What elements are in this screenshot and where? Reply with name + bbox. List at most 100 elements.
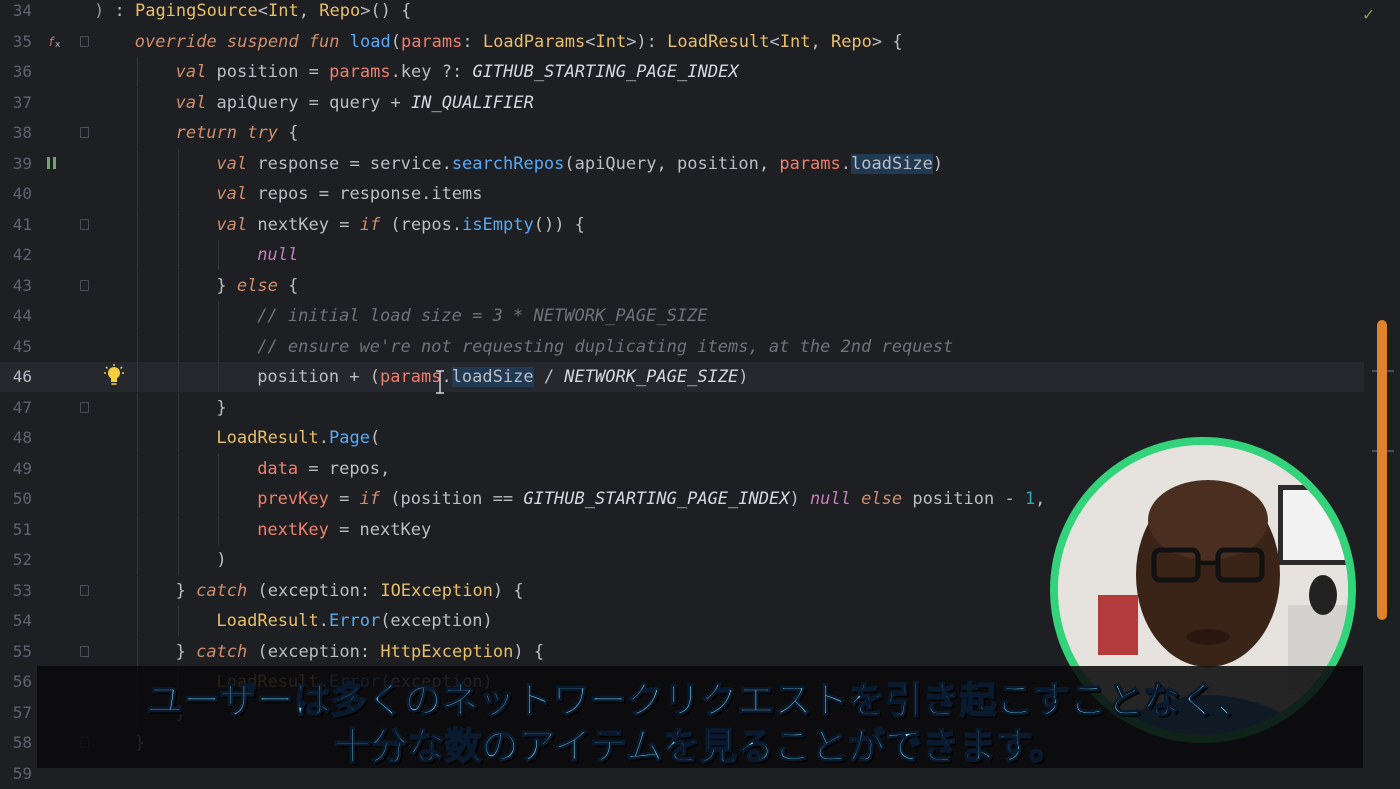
line-number[interactable]: 40 bbox=[0, 179, 32, 209]
vertical-scrollbar-thumb[interactable] bbox=[1377, 320, 1387, 620]
line-number[interactable]: 43 bbox=[0, 271, 32, 301]
code-text[interactable]: ) : PagingSource<Int, Repo>() { bbox=[94, 0, 411, 26]
line-number[interactable]: 55 bbox=[0, 637, 32, 667]
fold-toggle-icon[interactable] bbox=[80, 35, 89, 47]
line-number[interactable]: 49 bbox=[0, 454, 32, 484]
code-text[interactable]: return try { bbox=[176, 118, 299, 148]
code-line[interactable]: 35 override suspend fun load(params: Load… bbox=[0, 27, 1364, 57]
code-text[interactable]: nextKey = nextKey bbox=[257, 515, 431, 545]
indent-guide bbox=[136, 453, 138, 484]
code-text[interactable]: val nextKey = if (repos.isEmpty()) { bbox=[216, 210, 585, 240]
code-text[interactable]: LoadResult.Error(exception) bbox=[216, 606, 492, 636]
code-text[interactable]: } else { bbox=[216, 271, 298, 301]
line-number[interactable]: 57 bbox=[0, 698, 32, 728]
check-icon[interactable]: ✓ bbox=[1363, 4, 1374, 25]
indent-guide bbox=[136, 606, 138, 636]
line-number[interactable]: 44 bbox=[0, 301, 32, 331]
line-number[interactable]: 58 bbox=[0, 728, 32, 758]
line-number[interactable]: 41 bbox=[0, 210, 32, 240]
line-number[interactable]: 53 bbox=[0, 576, 32, 606]
line-number[interactable]: 45 bbox=[0, 332, 32, 362]
code-text[interactable]: null bbox=[257, 240, 298, 270]
code-line[interactable]: 34 ) : PagingSource<Int, Repo>() { bbox=[0, 0, 1364, 26]
line-number[interactable]: 47 bbox=[0, 393, 32, 423]
line-number[interactable]: 38 bbox=[0, 118, 32, 148]
code-text[interactable]: val apiQuery = query + IN_QUALIFIER bbox=[176, 88, 534, 118]
code-text[interactable]: data = repos, bbox=[257, 454, 390, 484]
line-number[interactable]: 56 bbox=[0, 667, 32, 697]
indent-guide bbox=[177, 331, 179, 362]
code-line[interactable]: 39 val response = service.searchRepos(api… bbox=[0, 148, 1364, 179]
code-line[interactable]: 40 val repos = response.items bbox=[0, 179, 1364, 209]
indent-guide bbox=[218, 362, 220, 392]
indent-guide bbox=[136, 148, 138, 179]
subtitle-line-2: 十分な数のアイテムを見ることができます。 bbox=[333, 724, 1067, 769]
code-text[interactable]: val repos = response.items bbox=[216, 179, 482, 209]
fold-toggle-icon[interactable] bbox=[80, 279, 89, 291]
code-line[interactable]: 36 val position = params.key ?: GITHUB_ST… bbox=[0, 57, 1364, 87]
code-line[interactable]: 43 } else { bbox=[0, 270, 1364, 301]
line-number[interactable]: 46 bbox=[0, 362, 32, 392]
indent-guide bbox=[218, 301, 220, 331]
line-number[interactable]: 36 bbox=[0, 57, 32, 87]
indent-guide bbox=[136, 484, 138, 514]
indent-guide bbox=[136, 331, 138, 362]
fold-toggle-icon[interactable] bbox=[80, 401, 89, 413]
code-text[interactable]: // initial load size = 3 * NETWORK_PAGE_… bbox=[257, 301, 707, 331]
fold-toggle-icon[interactable] bbox=[80, 127, 89, 138]
code-text[interactable]: prevKey = if (position == GITHUB_STARTIN… bbox=[257, 484, 1045, 514]
code-text[interactable]: } bbox=[216, 393, 226, 423]
indent-guide bbox=[136, 636, 138, 667]
indent-guide bbox=[177, 179, 179, 209]
indent-guide bbox=[218, 453, 220, 484]
line-number[interactable]: 48 bbox=[0, 423, 32, 453]
line-number[interactable]: 52 bbox=[0, 545, 32, 575]
override-method-icon[interactable]: f x bbox=[47, 33, 65, 51]
indent-guide bbox=[136, 240, 138, 270]
code-text[interactable]: // ensure we're not requesting duplicati… bbox=[257, 332, 953, 362]
code-text[interactable]: } catch (exception: HttpException) { bbox=[176, 637, 545, 667]
code-line[interactable]: 46 position + (params.loadSize / NETWORK_… bbox=[0, 362, 1364, 392]
line-number[interactable]: 50 bbox=[0, 484, 32, 514]
indent-guide bbox=[177, 301, 179, 331]
fold-toggle-icon[interactable] bbox=[80, 584, 89, 596]
indent-guide bbox=[136, 179, 138, 209]
fold-toggle-icon[interactable] bbox=[80, 645, 89, 657]
code-line[interactable]: 47} bbox=[0, 392, 1364, 423]
code-line[interactable]: 44 // initial load size = 3 * NETWORK_PAG… bbox=[0, 301, 1364, 331]
code-text[interactable]: val position = params.key ?: GITHUB_STAR… bbox=[176, 57, 739, 87]
code-text[interactable]: ) bbox=[216, 545, 226, 575]
svg-text:x: x bbox=[55, 40, 61, 50]
indent-guide bbox=[177, 453, 179, 484]
indent-guide bbox=[136, 57, 138, 87]
indent-guide bbox=[177, 423, 179, 453]
line-number[interactable]: 42 bbox=[0, 240, 32, 270]
fold-toggle-icon[interactable] bbox=[80, 218, 89, 230]
indent-guide bbox=[177, 270, 179, 301]
code-text[interactable]: LoadResult.Page( bbox=[216, 423, 380, 453]
line-number[interactable]: 35 bbox=[0, 27, 32, 57]
code-text[interactable]: position + (params.loadSize / NETWORK_PA… bbox=[257, 362, 749, 392]
code-line[interactable]: 42 null bbox=[0, 240, 1364, 270]
indent-guide bbox=[136, 514, 138, 545]
suspend-call-icon[interactable] bbox=[46, 156, 58, 170]
line-number[interactable]: 37 bbox=[0, 88, 32, 118]
code-text[interactable]: } catch (exception: IOException) { bbox=[176, 576, 524, 606]
indent-guide bbox=[136, 118, 138, 148]
code-line[interactable]: 37 val apiQuery = query + IN_QUALIFIER bbox=[0, 87, 1364, 118]
indent-guide bbox=[177, 545, 179, 575]
line-number[interactable]: 54 bbox=[0, 606, 32, 636]
line-number[interactable]: 39 bbox=[0, 149, 32, 179]
code-line[interactable]: 41 val nextKey = if (repos.isEmpty()) { bbox=[0, 209, 1364, 240]
lightbulb-icon[interactable] bbox=[104, 364, 124, 388]
code-text[interactable]: val response = service.searchRepos(apiQu… bbox=[216, 149, 943, 179]
text-cursor-icon bbox=[436, 370, 444, 394]
code-line[interactable]: 38 return try { bbox=[0, 118, 1364, 148]
line-number[interactable]: 59 bbox=[0, 759, 32, 789]
code-line[interactable]: 45 // ensure we're not requesting duplica… bbox=[0, 331, 1364, 362]
line-number[interactable]: 51 bbox=[0, 515, 32, 545]
indent-guide bbox=[218, 331, 220, 362]
indent-guide bbox=[136, 209, 138, 240]
code-text[interactable]: override suspend fun load(params: LoadPa… bbox=[135, 27, 903, 57]
line-number[interactable]: 34 bbox=[0, 0, 32, 26]
